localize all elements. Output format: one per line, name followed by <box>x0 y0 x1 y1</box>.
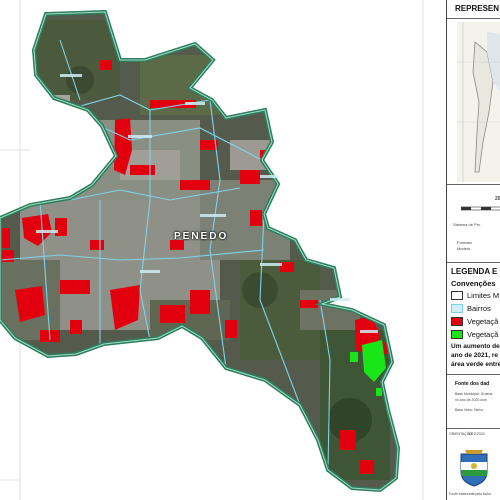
location-inset-map <box>457 22 500 182</box>
panel-divider <box>447 184 500 185</box>
scale-bar <box>461 206 500 211</box>
source-line-1: Base Municipal: Ordena <box>455 392 493 396</box>
legend-label: Vegetaçã <box>467 330 499 339</box>
legend-label: Vegetaçã <box>467 317 499 326</box>
legend-label: Limites M <box>467 291 500 300</box>
panel-divider <box>447 18 500 19</box>
vegetation-loss-swatch-icon <box>451 317 463 326</box>
legend-item-vegetation-loss: Vegetaçã <box>451 317 500 329</box>
map-legend-panel: REPRESEN 20 Sistema de Pro Formato Model… <box>446 0 500 500</box>
city-map <box>0 0 446 500</box>
map-frame: PENEDO <box>0 0 446 500</box>
note-line-3: área verde entre <box>451 361 500 368</box>
legend-title: LEGENDA E C <box>451 267 500 276</box>
boundary-swatch-icon <box>451 291 463 300</box>
panel-divider <box>447 428 500 429</box>
scale-number: 20 <box>495 196 500 202</box>
panel-title: REPRESEN <box>455 4 500 13</box>
note-line-1: Um aumento de <box>451 343 500 350</box>
legend-item-bairros: Bairros <box>451 304 500 316</box>
municipal-crest-icon <box>460 450 488 487</box>
panel-divider <box>447 374 500 375</box>
footer-text: Fonte elaborada pelo Autor <box>449 492 492 496</box>
note-line-2: ano de 2021, re <box>451 352 498 359</box>
info-line-1: Sistema de Pro <box>453 222 481 227</box>
city-name-label: PENEDO <box>174 231 229 242</box>
legend-label: Bairros <box>467 304 491 313</box>
info-line-2: Formato <box>457 240 472 245</box>
info-line-3: Modelo <box>457 246 471 251</box>
bairros-swatch-icon <box>451 304 463 313</box>
date-text: DEZ/2024 <box>469 432 485 436</box>
source-line-2: no ano de 2020 com <box>455 398 487 402</box>
legend-item-vegetation-gain: Vegetaçã <box>451 330 500 342</box>
source-line-3: Base Vetor: Ninho <box>455 408 484 412</box>
legend-item-limits: Limites M <box>451 291 500 303</box>
source-title: Fonte dos dad <box>455 381 490 387</box>
vegetation-gain-swatch-icon <box>451 330 463 339</box>
panel-divider <box>447 262 500 263</box>
conventions-title: Convenções <box>451 279 496 288</box>
